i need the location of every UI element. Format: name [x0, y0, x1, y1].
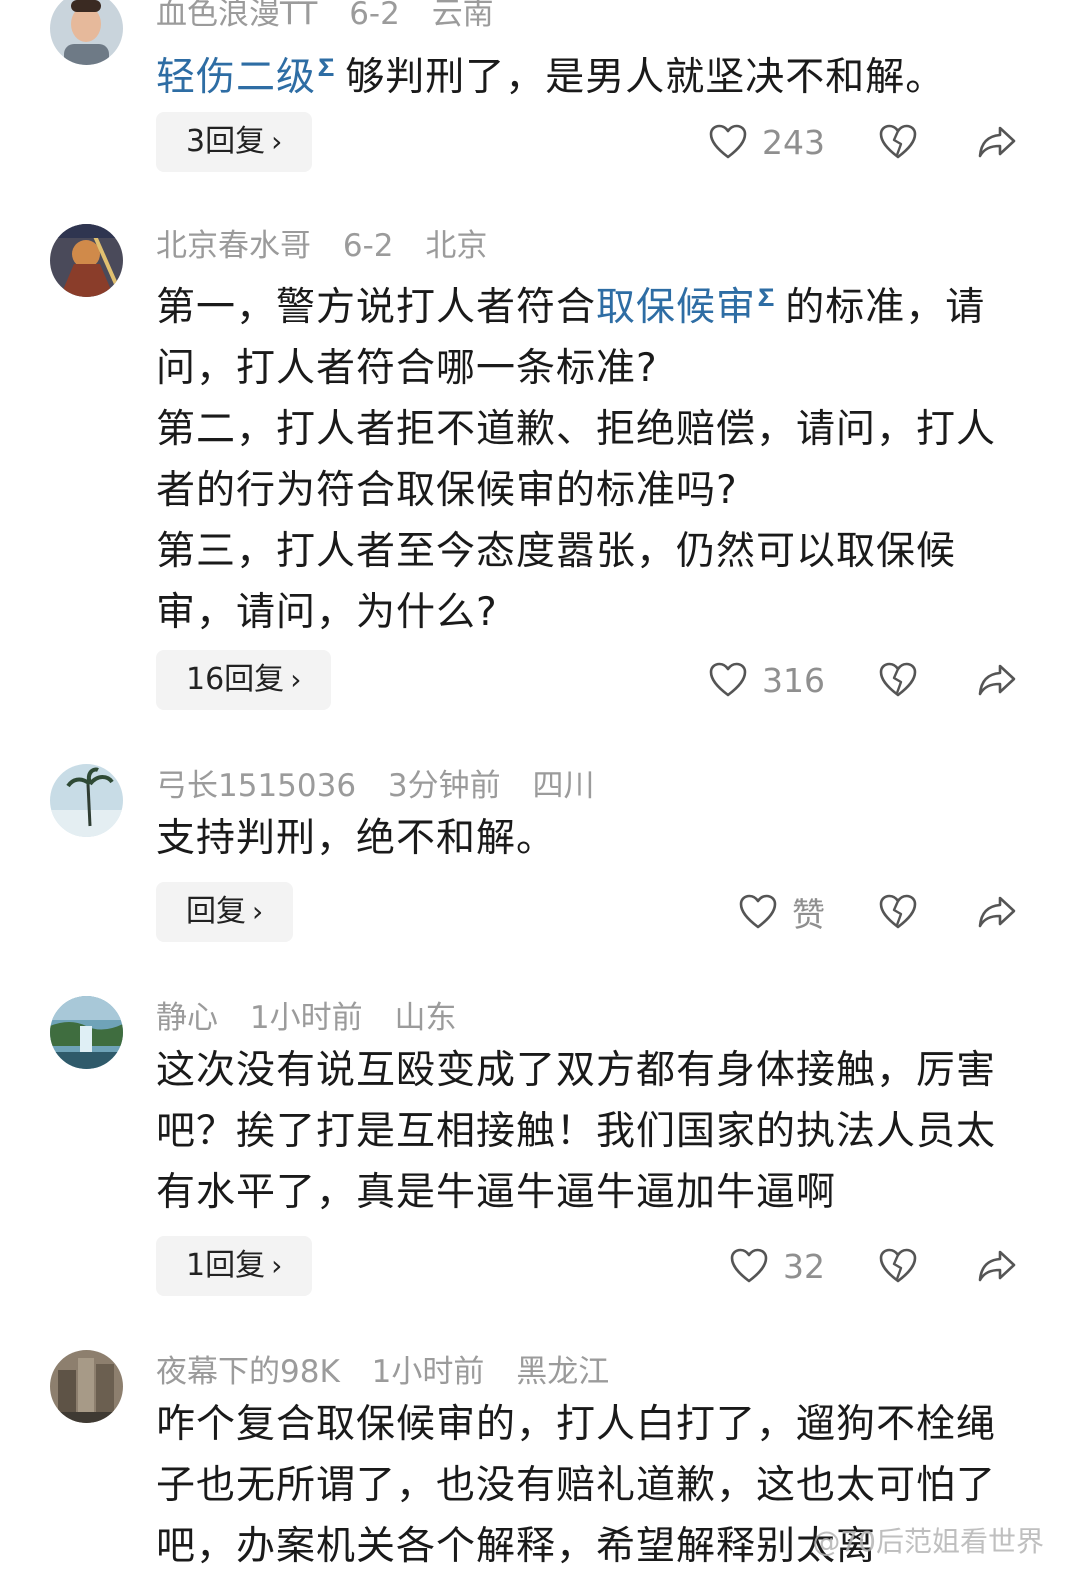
comment-date: 1小时前 [249, 1000, 363, 1036]
like-button[interactable]: 316 [708, 650, 825, 710]
comment-location: 黑龙江 [516, 1354, 610, 1390]
avatar[interactable] [50, 764, 123, 837]
broken-heart-icon[interactable] [878, 122, 918, 162]
avatar[interactable] [50, 996, 123, 1069]
username[interactable]: 夜幕下的98K [156, 1354, 340, 1390]
comment-text-part: 第一，警方说打人者符合 [156, 285, 597, 330]
username[interactable]: 静心 [156, 1000, 218, 1036]
broken-heart-icon[interactable] [878, 1246, 918, 1286]
avatar[interactable] [50, 224, 123, 297]
comment-location: 四川 [532, 768, 595, 804]
like-count: 赞 [792, 895, 825, 934]
comment-actions: 243 [700, 112, 1030, 172]
reply-label: 16回复 [186, 662, 285, 697]
comment-paragraph: 第一，警方说打人者符合取保候审𝚺 的标准，请问，打人者符合哪一条标准? [156, 268, 1006, 399]
reply-button[interactable]: 回复 › [156, 882, 294, 942]
username[interactable]: 血色浪漫TT [156, 0, 317, 32]
keyword-link[interactable]: 轻伤二级 [156, 55, 316, 100]
like-count: 243 [762, 122, 825, 162]
chevron-right-icon: › [271, 125, 283, 158]
comment-meta: 静心 1小时前 山东 [156, 998, 478, 1038]
avatar[interactable] [50, 0, 123, 65]
comment-actions: 赞 [700, 882, 1030, 942]
username[interactable]: 北京春水哥 [156, 228, 311, 264]
comment-date: 1小时前 [371, 1354, 485, 1390]
comment-date: 6-2 [342, 228, 394, 264]
watermark: @70后范姐看世界 [812, 1525, 1044, 1558]
comment-paragraph: 第二，打人者拒不道歉、拒绝赔偿，请问，打人者的行为符合取保候审的标准吗? [156, 407, 997, 513]
reply-label: 回复 [186, 894, 246, 929]
heart-outline-icon [739, 894, 777, 929]
reply-label: 1回复 [186, 1248, 266, 1283]
like-button[interactable]: 赞 [738, 882, 825, 942]
search-icon: 𝚺 [758, 284, 776, 312]
search-icon: 𝚺 [318, 54, 336, 82]
like-count: 32 [783, 1246, 825, 1286]
comment-actions: 32 [700, 1236, 1030, 1296]
username[interactable]: 弓长1515036 [156, 768, 356, 804]
heart-outline-icon [709, 124, 747, 159]
comment-text: 轻伤二级𝚺 够判刑了，是男人就坚决不和解。 [156, 38, 1006, 108]
comment-meta: 血色浪漫TT 6-2 云南 [156, 0, 516, 34]
like-count: 316 [762, 660, 825, 700]
comment-date: 3分钟前 [387, 768, 501, 804]
comment-text-rest: 够判刑了，是男人就坚决不和解。 [345, 55, 946, 100]
chevron-right-icon: › [290, 663, 302, 696]
comment-location: 山东 [394, 1000, 457, 1036]
comment-meta: 夜幕下的98K 1小时前 黑龙江 [156, 1352, 631, 1392]
reply-button[interactable]: 16回复 › [156, 650, 332, 710]
reply-button[interactable]: 1回复 › [156, 1236, 313, 1296]
comment-actions: 316 [700, 650, 1030, 710]
reply-button[interactable]: 3回复 › [156, 112, 313, 172]
comment-meta: 北京春水哥 6-2 北京 [156, 226, 509, 266]
avatar[interactable] [50, 1350, 123, 1423]
comment-text: 这次没有说互殴变成了双方都有身体接触，厉害吧？挨了打是互相接触！我们国家的执法人… [156, 1048, 997, 1215]
share-arrow-icon[interactable] [976, 122, 1018, 162]
share-arrow-icon[interactable] [976, 892, 1018, 932]
chevron-right-icon: › [271, 1249, 283, 1282]
comment-paragraph: 第三，打人者至今态度嚣张，仍然可以取保候审，请问，为什么? [156, 529, 957, 635]
like-button[interactable]: 243 [708, 112, 825, 172]
heart-outline-icon [730, 1248, 768, 1283]
comment-meta: 弓长1515036 3分钟前 四川 [156, 766, 617, 806]
share-arrow-icon[interactable] [976, 1246, 1018, 1286]
comment-location: 云南 [431, 0, 494, 32]
heart-outline-icon [709, 662, 747, 697]
like-button[interactable]: 32 [729, 1236, 825, 1296]
reply-label: 3回复 [186, 124, 266, 159]
comment-text: 第一，警方说打人者符合取保候审𝚺 的标准，请问，打人者符合哪一条标准? 第二，打人… [156, 268, 1006, 643]
keyword-link[interactable]: 取保候审 [596, 285, 756, 330]
comment-date: 6-2 [349, 0, 400, 32]
comment-location: 北京 [425, 228, 488, 264]
chevron-right-icon: › [252, 895, 264, 928]
comment-text: 支持判刑，绝不和解。 [156, 816, 557, 861]
broken-heart-icon[interactable] [878, 892, 918, 932]
share-arrow-icon[interactable] [976, 660, 1018, 700]
broken-heart-icon[interactable] [878, 660, 918, 700]
